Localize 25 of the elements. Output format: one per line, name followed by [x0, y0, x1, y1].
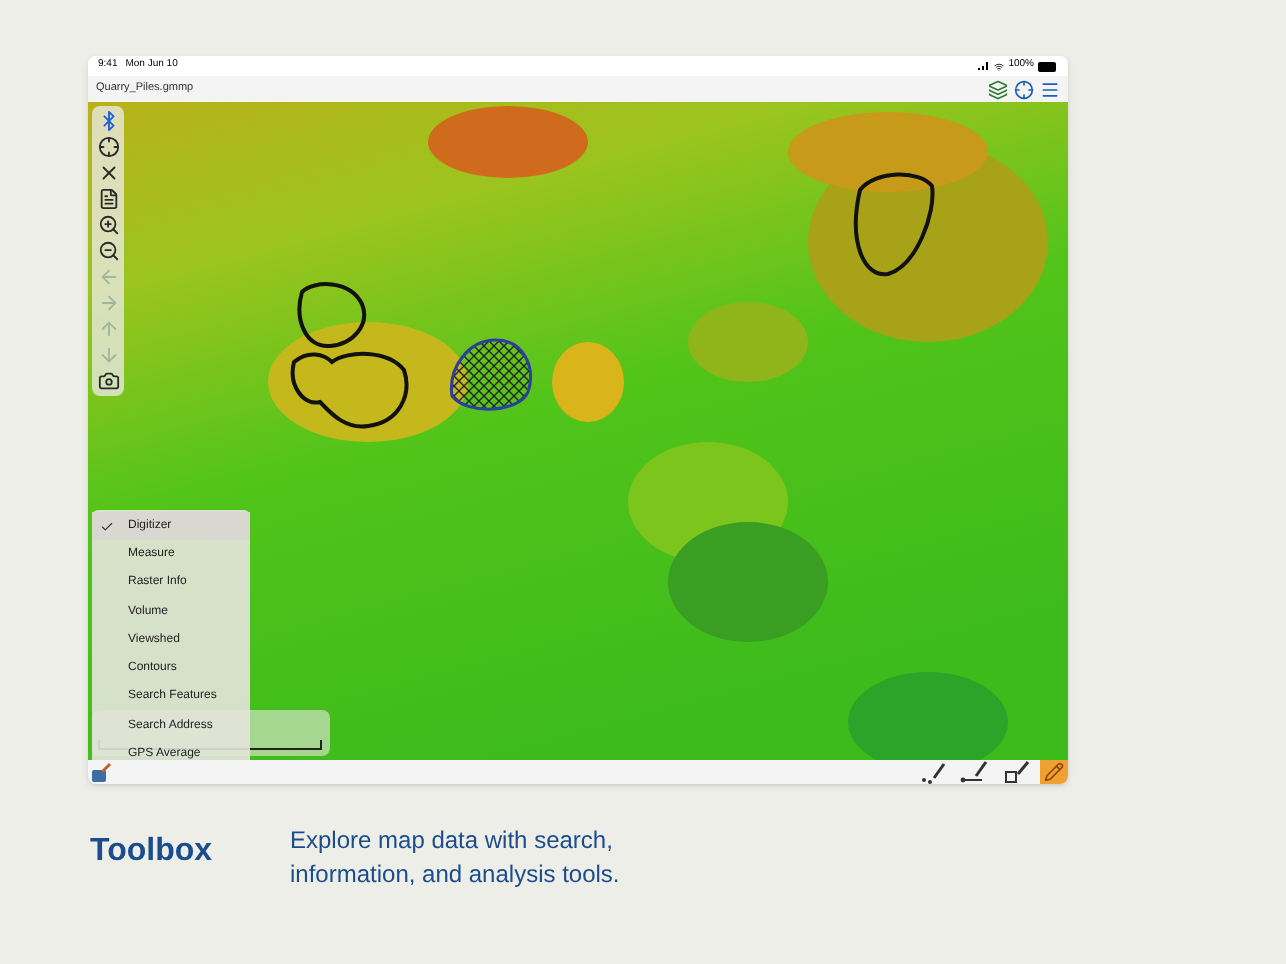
wifi-icon [994, 61, 1005, 71]
pencil-area-icon [1004, 760, 1032, 784]
bluetooth-icon[interactable] [97, 110, 119, 132]
pile-outline[interactable] [294, 280, 370, 352]
check-icon [100, 519, 114, 534]
file-icon[interactable] [97, 188, 119, 210]
hatched-pile-outline[interactable] [444, 336, 536, 416]
layers-icon[interactable] [988, 79, 1008, 99]
caption-text: Explore map data with search, information, and analysis tools. [290, 824, 622, 892]
zoom-in-icon[interactable] [97, 214, 119, 236]
caption-title: Toolbox [90, 832, 210, 872]
camera-icon[interactable] [97, 370, 119, 392]
crosshair-icon[interactable] [1014, 79, 1034, 99]
zoom-out-icon[interactable] [97, 240, 119, 262]
cross-icon[interactable] [97, 162, 119, 184]
battery-icon [1038, 61, 1058, 71]
pile-outline[interactable] [848, 170, 938, 278]
signal-icon [978, 62, 991, 70]
toolbox-icon[interactable] [92, 762, 112, 782]
menu-icon[interactable] [1040, 79, 1060, 99]
pencil-line-icon [960, 760, 992, 784]
pencil-points-icon [920, 760, 948, 784]
pencil-icon [1044, 762, 1064, 782]
crosshair-icon[interactable] [97, 136, 119, 158]
pile-outline[interactable] [288, 350, 412, 430]
